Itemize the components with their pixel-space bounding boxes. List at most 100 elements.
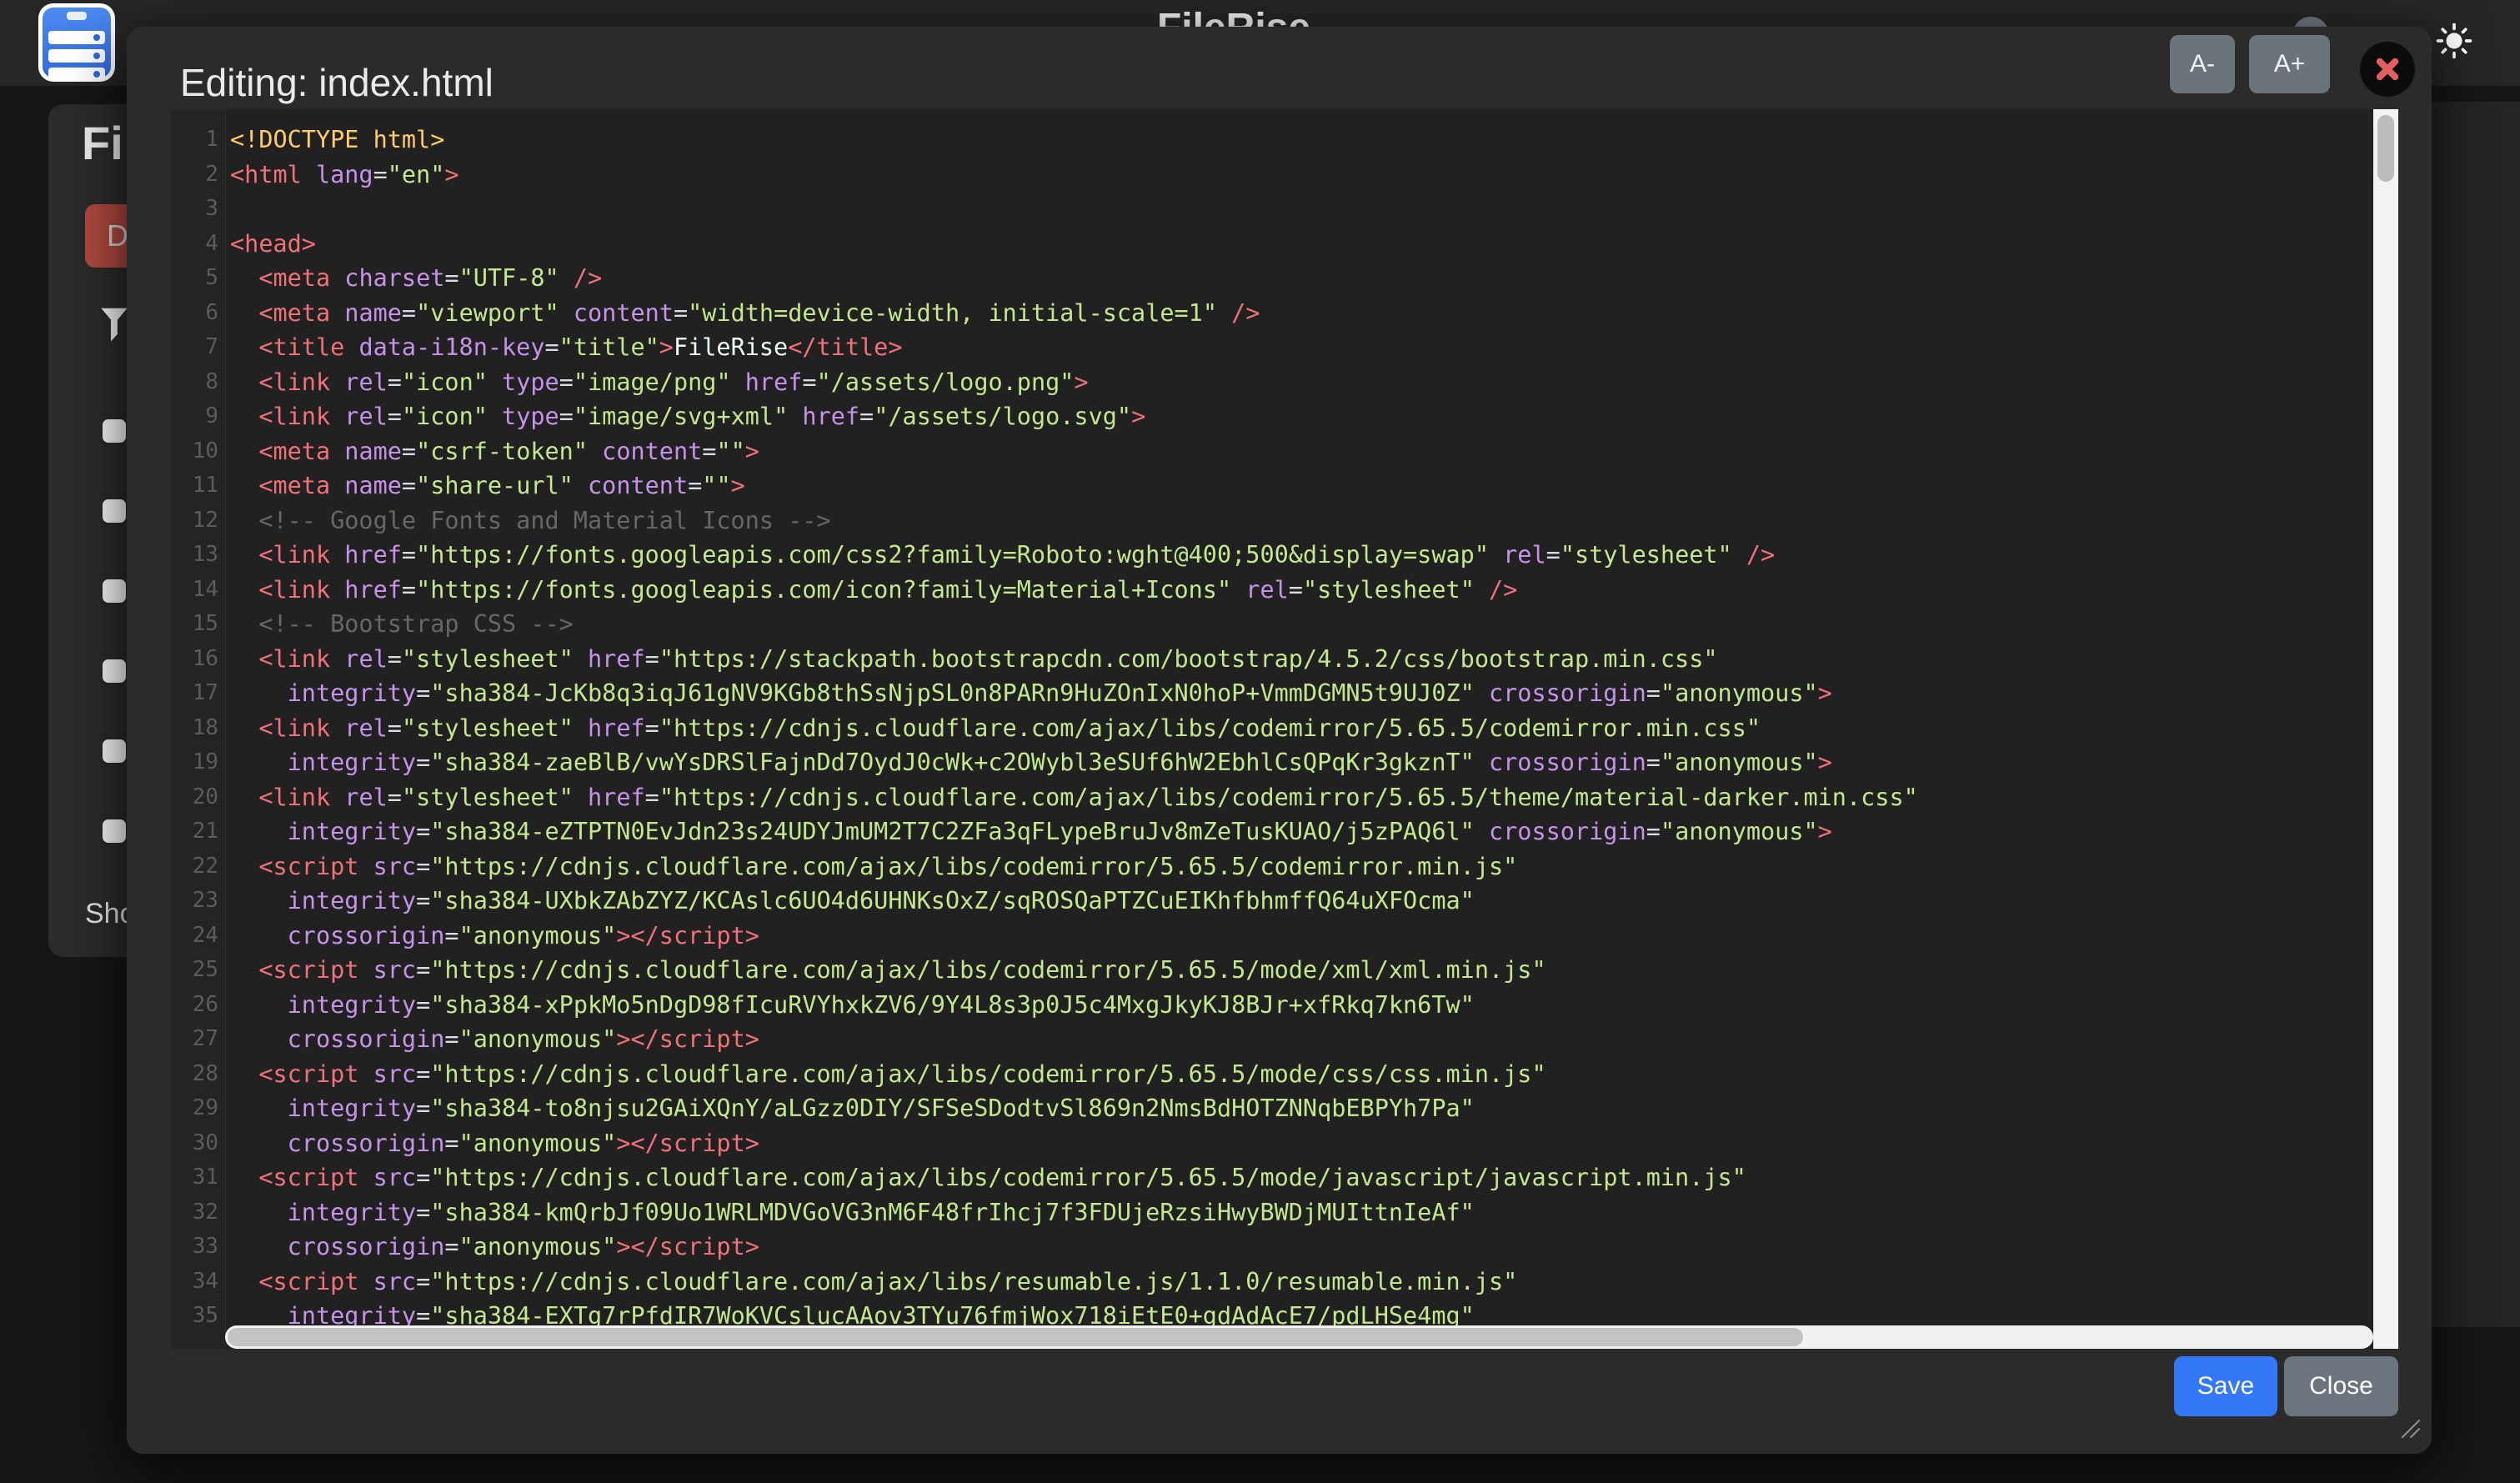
dark-mode-toggle-sun-icon[interactable] <box>2436 23 2472 63</box>
code-line[interactable]: 22 <script src="https://cdnjs.cloudflare… <box>171 849 2398 884</box>
code-text: <meta charset="UTF-8" /> <box>218 261 602 296</box>
code-text: <script src="https://cdnjs.cloudflare.co… <box>218 1160 1746 1195</box>
code-text: crossorigin="anonymous"></script> <box>218 919 759 954</box>
code-text: integrity="sha384-UXbkZAbZYZ/KCAslc6UO4d… <box>218 884 1475 919</box>
code-text: <!DOCTYPE html> <box>218 123 444 158</box>
code-line[interactable]: 1<!DOCTYPE html> <box>171 123 2398 158</box>
line-number: 35 <box>171 1299 218 1334</box>
code-line[interactable]: 25 <script src="https://cdnjs.cloudflare… <box>171 953 2398 988</box>
line-number: 33 <box>171 1230 218 1265</box>
code-line[interactable]: 31 <script src="https://cdnjs.cloudflare… <box>171 1160 2398 1195</box>
font-increase-button[interactable]: A+ <box>2249 35 2330 93</box>
line-number: 8 <box>171 365 218 400</box>
vertical-scrollbar[interactable] <box>2373 109 2398 1349</box>
logo-slat <box>48 49 105 63</box>
code-line[interactable]: 9 <link rel="icon" type="image/svg+xml" … <box>171 399 2398 434</box>
edit-file-modal: Editing: index.html A- A+ 1<!DOCTYPE htm… <box>127 27 2432 1454</box>
code-line[interactable]: 27 crossorigin="anonymous"></script> <box>171 1022 2398 1057</box>
file-checkbox[interactable] <box>103 579 126 603</box>
code-line[interactable]: 32 integrity="sha384-kmQrbJf09Uo1WRLMDVG… <box>171 1195 2398 1230</box>
code-text: <!-- Bootstrap CSS --> <box>218 607 574 642</box>
code-text: <html lang="en"> <box>218 158 459 193</box>
code-line[interactable]: 23 integrity="sha384-UXbkZAbZYZ/KCAslc6U… <box>171 884 2398 919</box>
code-line[interactable]: 13 <link href="https://fonts.googleapis.… <box>171 538 2398 573</box>
code-line[interactable]: 28 <script src="https://cdnjs.cloudflare… <box>171 1057 2398 1092</box>
code-line[interactable]: 10 <meta name="csrf-token" content=""> <box>171 434 2398 469</box>
line-number: 14 <box>171 573 218 608</box>
code-text: <link rel="stylesheet" href="https://cdn… <box>218 780 1918 815</box>
code-line[interactable]: 30 crossorigin="anonymous"></script> <box>171 1126 2398 1161</box>
line-number: 7 <box>171 330 218 365</box>
line-number: 19 <box>171 745 218 780</box>
code-line[interactable]: 8 <link rel="icon" type="image/png" href… <box>171 365 2398 400</box>
vertical-scrollbar-thumb[interactable] <box>2377 115 2394 182</box>
resize-handle-icon[interactable] <box>2399 1417 2421 1443</box>
file-checkbox[interactable] <box>103 419 126 443</box>
code-line[interactable]: 26 integrity="sha384-xPpkMo5nDgD98fIcuRV… <box>171 988 2398 1023</box>
code-text: <meta name="share-url" content=""> <box>218 468 745 504</box>
line-number: 26 <box>171 988 218 1023</box>
code-line[interactable]: 5 <meta charset="UTF-8" /> <box>171 261 2398 296</box>
code-text: <script src="https://cdnjs.cloudflare.co… <box>218 1057 1546 1092</box>
code-line[interactable]: 18 <link rel="stylesheet" href="https://… <box>171 711 2398 746</box>
code-text: crossorigin="anonymous"></script> <box>218 1022 759 1057</box>
code-line[interactable]: 19 integrity="sha384-zaeBlB/vwYsDRSlFajn… <box>171 745 2398 780</box>
code-line[interactable]: 6 <meta name="viewport" content="width=d… <box>171 296 2398 331</box>
code-line[interactable]: 17 integrity="sha384-JcKb8q3iqJ61gNV9KGb… <box>171 676 2398 711</box>
line-number: 27 <box>171 1022 218 1057</box>
close-button[interactable]: Close <box>2284 1356 2398 1416</box>
horizontal-scrollbar-thumb[interactable] <box>228 1328 1803 1346</box>
logo-slat <box>48 31 105 44</box>
code-line[interactable]: 14 <link href="https://fonts.googleapis.… <box>171 573 2398 608</box>
code-line[interactable]: 34 <script src="https://cdnjs.cloudflare… <box>171 1265 2398 1300</box>
code-text: <link href="https://fonts.googleapis.com… <box>218 573 1517 608</box>
line-number: 21 <box>171 814 218 849</box>
code-line[interactable]: 4<head> <box>171 227 2398 262</box>
modal-close-x-button[interactable] <box>2360 42 2415 97</box>
line-number: 13 <box>171 538 218 573</box>
code-line[interactable]: 2<html lang="en"> <box>171 158 2398 193</box>
filter-funnel-icon[interactable] <box>100 307 128 349</box>
code-text: <meta name="viewport" content="width=dev… <box>218 296 1260 331</box>
line-number: 1 <box>171 123 218 158</box>
code-text: <meta name="csrf-token" content=""> <box>218 434 759 469</box>
code-text: <!-- Google Fonts and Material Icons --> <box>218 504 831 539</box>
code-editor[interactable]: 1<!DOCTYPE html>2<html lang="en">34<head… <box>171 109 2398 1349</box>
code-line[interactable]: 21 integrity="sha384-eZTPTN0EvJdn23s24UD… <box>171 814 2398 849</box>
line-number: 16 <box>171 642 218 677</box>
line-number: 22 <box>171 849 218 884</box>
code-line[interactable]: 24 crossorigin="anonymous"></script> <box>171 919 2398 954</box>
file-checkbox[interactable] <box>103 499 126 523</box>
sidebar-red-button-label: D <box>107 218 128 253</box>
line-number: 6 <box>171 296 218 331</box>
line-number: 12 <box>171 504 218 539</box>
file-checkbox[interactable] <box>103 819 126 843</box>
code-text: integrity="sha384-to8njsu2GAiXQnY/aLGzz0… <box>218 1091 1475 1126</box>
line-number: 2 <box>171 158 218 193</box>
code-text: <head> <box>218 227 316 262</box>
line-number: 24 <box>171 919 218 954</box>
horizontal-scrollbar[interactable] <box>225 1325 2373 1349</box>
filerise-logo-icon[interactable] <box>38 3 115 82</box>
code-line[interactable]: 20 <link rel="stylesheet" href="https://… <box>171 780 2398 815</box>
code-text: <script src="https://cdnjs.cloudflare.co… <box>218 953 1546 988</box>
line-number: 5 <box>171 261 218 296</box>
code-line[interactable]: 15 <!-- Bootstrap CSS --> <box>171 607 2398 642</box>
code-line[interactable]: 29 integrity="sha384-to8njsu2GAiXQnY/aLG… <box>171 1091 2398 1126</box>
file-checkbox[interactable] <box>103 659 126 683</box>
code-line[interactable]: 3 <box>171 192 2398 227</box>
code-line[interactable]: 11 <meta name="share-url" content=""> <box>171 468 2398 504</box>
code-text: <script src="https://cdnjs.cloudflare.co… <box>218 849 1517 884</box>
code-line[interactable]: 16 <link rel="stylesheet" href="https://… <box>171 642 2398 677</box>
line-number: 31 <box>171 1160 218 1195</box>
code-line[interactable]: 7 <title data-i18n-key="title">FileRise<… <box>171 330 2398 365</box>
code-line[interactable]: 12 <!-- Google Fonts and Material Icons … <box>171 504 2398 539</box>
line-number: 15 <box>171 607 218 642</box>
file-checkbox[interactable] <box>103 739 126 763</box>
code-text: <link rel="icon" type="image/png" href="… <box>218 365 1089 400</box>
line-number: 23 <box>171 884 218 919</box>
line-number: 32 <box>171 1195 218 1230</box>
save-button[interactable]: Save <box>2174 1356 2277 1416</box>
font-decrease-button[interactable]: A- <box>2170 35 2235 93</box>
code-line[interactable]: 33 crossorigin="anonymous"></script> <box>171 1230 2398 1265</box>
